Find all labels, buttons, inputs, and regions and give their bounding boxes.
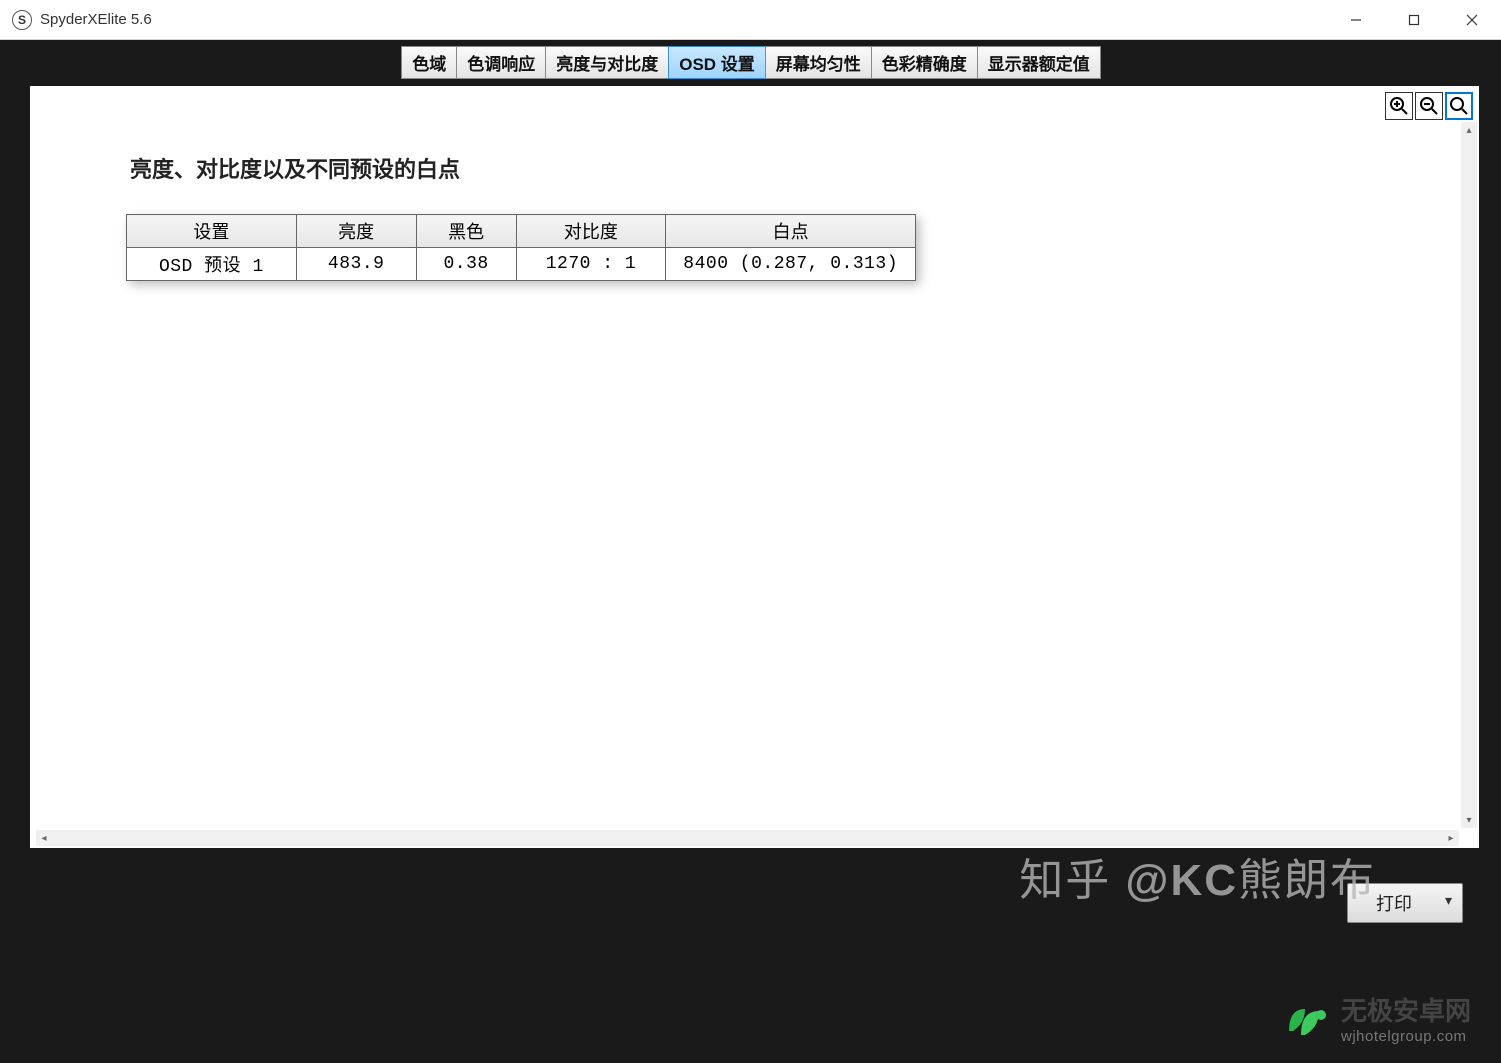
col-whitepoint: 白点	[666, 215, 916, 248]
scroll-left-arrow-icon[interactable]: ◂	[36, 830, 52, 846]
app-body: 色域 色调响应 亮度与对比度 OSD 设置 屏幕均匀性 色彩精确度 显示器额定值	[0, 40, 1501, 1063]
zoom-toolbar	[1385, 92, 1473, 120]
scroll-right-arrow-icon[interactable]: ▸	[1443, 830, 1459, 846]
tab-brightness-contrast[interactable]: 亮度与对比度	[545, 46, 669, 79]
results-table: 设置 亮度 黑色 对比度 白点 OSD 预设 1 483.9 0.38 1270…	[126, 214, 916, 281]
brand-watermark: 无极安卓网 wjhotelgroup.com	[1281, 995, 1471, 1047]
cell-black: 0.38	[416, 248, 516, 281]
minimize-button[interactable]	[1327, 0, 1385, 39]
scroll-up-arrow-icon[interactable]: ▴	[1461, 122, 1477, 138]
tab-color-accuracy[interactable]: 色彩精确度	[871, 46, 978, 79]
brand-name: 无极安卓网	[1341, 996, 1471, 1027]
print-button[interactable]: 打印 ▾	[1347, 883, 1463, 923]
close-button[interactable]	[1443, 0, 1501, 39]
tab-osd-settings[interactable]: OSD 设置	[668, 46, 766, 79]
tab-uniformity[interactable]: 屏幕均匀性	[765, 46, 872, 79]
cell-contrast: 1270 : 1	[516, 248, 666, 281]
chevron-down-icon: ▾	[1445, 892, 1452, 909]
window-controls	[1327, 0, 1501, 39]
title-bar: S SpyderXElite 5.6	[0, 0, 1501, 40]
scroll-down-arrow-icon[interactable]: ▾	[1461, 812, 1477, 828]
cell-brightness: 483.9	[296, 248, 416, 281]
tab-bar: 色域 色调响应 亮度与对比度 OSD 设置 屏幕均匀性 色彩精确度 显示器额定值	[0, 40, 1501, 79]
zhihu-watermark: 知乎 @KC熊朗布	[1019, 844, 1376, 908]
maximize-button[interactable]	[1385, 0, 1443, 39]
print-button-label: 打印	[1376, 894, 1412, 914]
document-area: 亮度、对比度以及不同预设的白点 设置 亮度 黑色 对比度 白点 OSD 预设 1…	[36, 122, 1459, 830]
table-row: OSD 预设 1 483.9 0.38 1270 : 1 8400 (0.287…	[127, 248, 916, 281]
col-contrast: 对比度	[516, 215, 666, 248]
col-setting: 设置	[127, 215, 297, 248]
horizontal-scrollbar[interactable]: ◂ ▸	[36, 830, 1459, 846]
col-brightness: 亮度	[296, 215, 416, 248]
tab-monitor-rating[interactable]: 显示器额定值	[977, 46, 1101, 79]
tab-gamut[interactable]: 色域	[401, 46, 457, 79]
zoom-fit-button[interactable]	[1445, 92, 1473, 120]
vertical-scrollbar[interactable]: ▴ ▾	[1461, 122, 1477, 828]
table-header-row: 设置 亮度 黑色 对比度 白点	[127, 215, 916, 248]
tab-tone-response[interactable]: 色调响应	[456, 46, 546, 79]
app-icon: S	[12, 10, 32, 30]
brand-url: wjhotelgroup.com	[1341, 1028, 1471, 1046]
cell-setting: OSD 预设 1	[127, 248, 297, 281]
cell-whitepoint: 8400 (0.287, 0.313)	[666, 248, 916, 281]
zoom-out-button[interactable]	[1415, 92, 1443, 120]
page-heading: 亮度、对比度以及不同预设的白点	[126, 152, 1369, 184]
window-title: SpyderXElite 5.6	[40, 11, 152, 28]
zoom-in-button[interactable]	[1385, 92, 1413, 120]
brand-logo-icon	[1281, 995, 1333, 1047]
col-black: 黑色	[416, 215, 516, 248]
content-frame: 亮度、对比度以及不同预设的白点 设置 亮度 黑色 对比度 白点 OSD 预设 1…	[30, 86, 1479, 848]
